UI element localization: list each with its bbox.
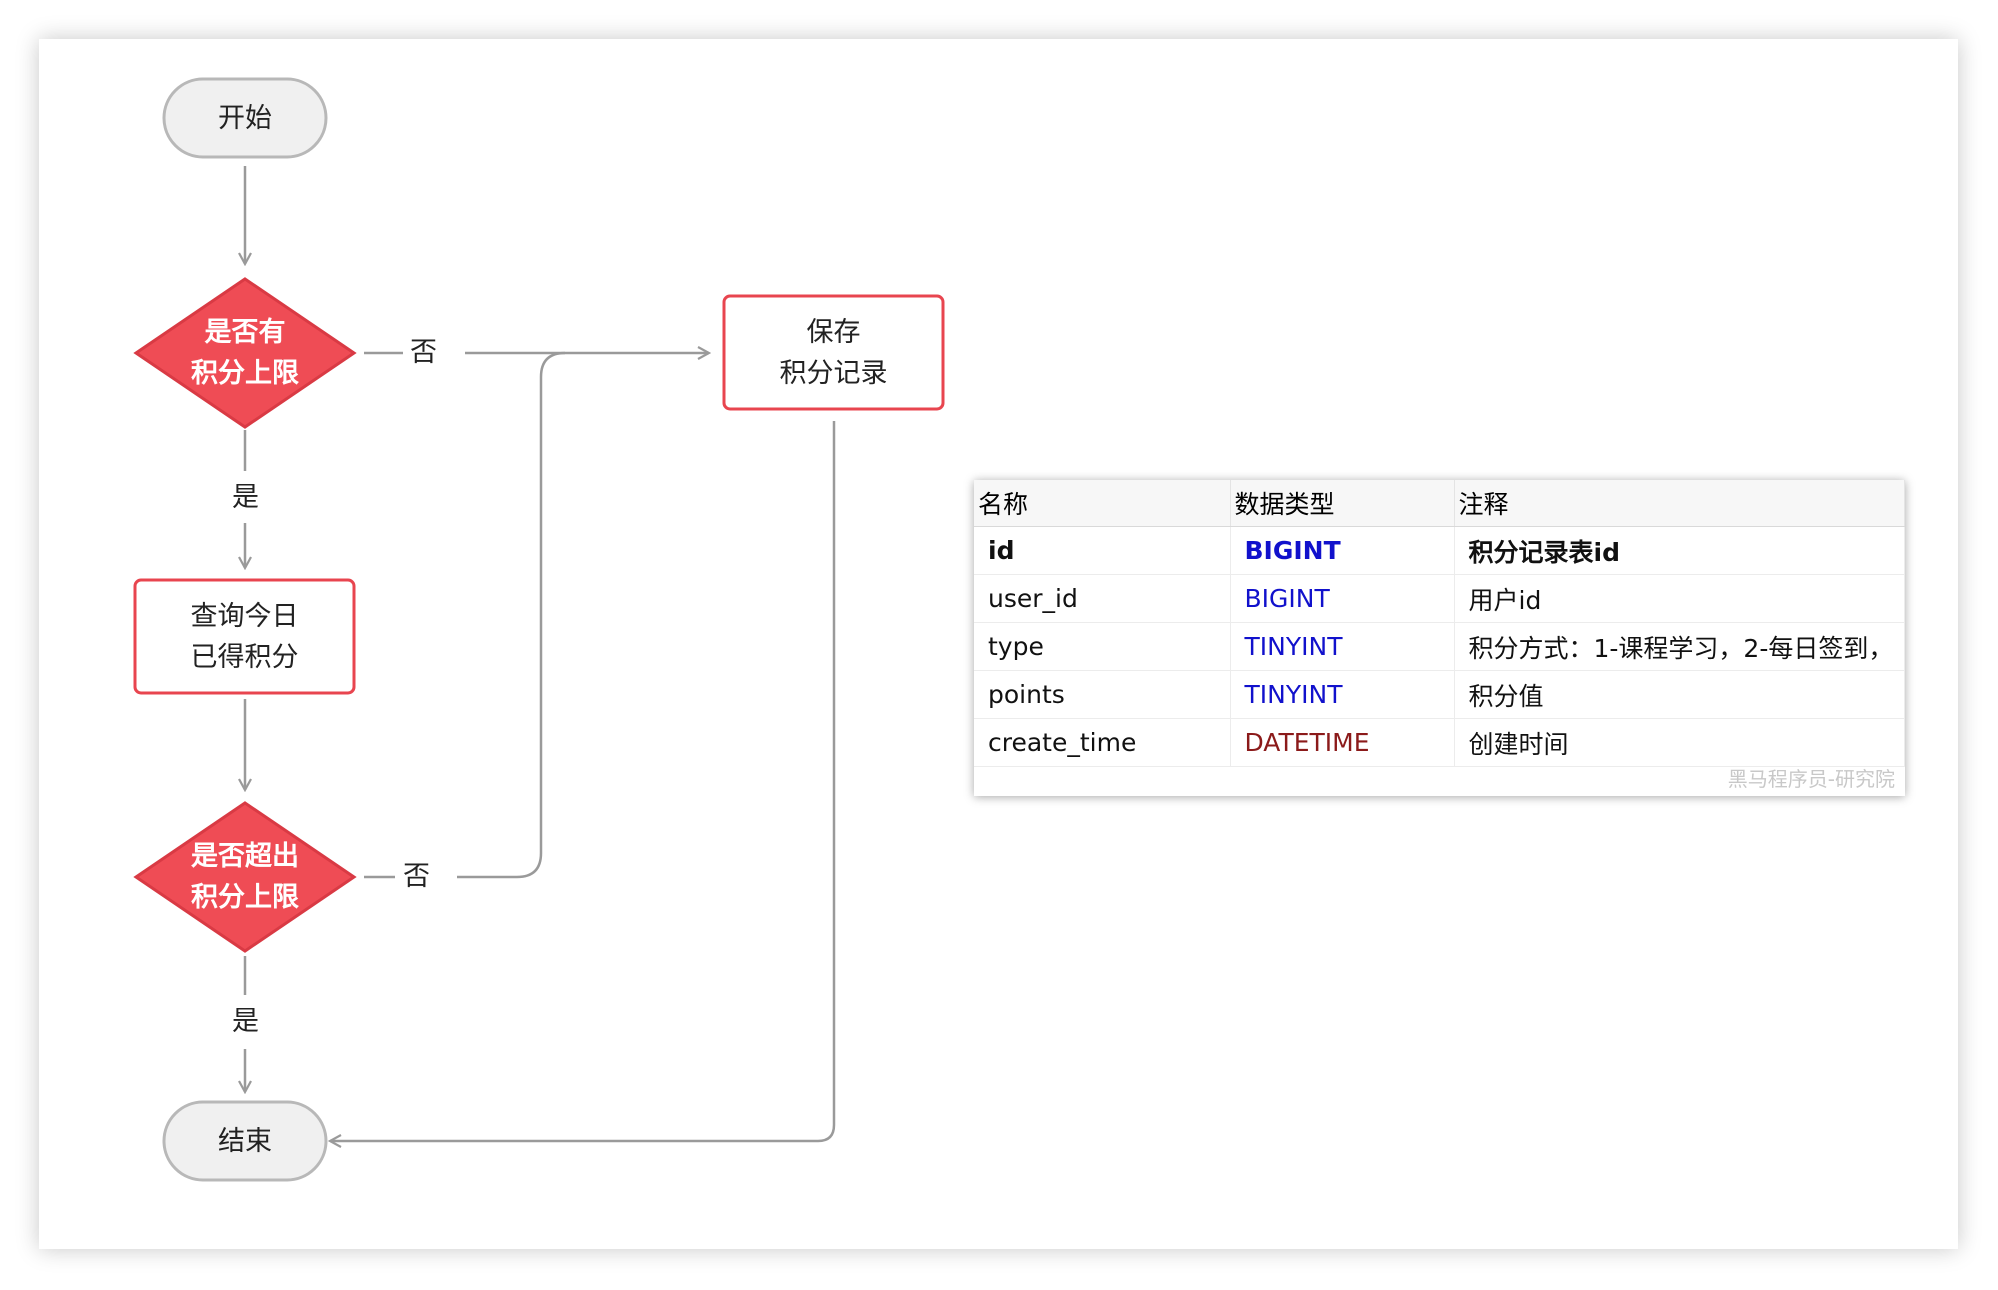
- diagram-canvas: 开始 是否有 积分上限 查询今日 已得积分 是否超出 积分上限 保存 积分记录 …: [39, 39, 1958, 1249]
- column-name-cell: create_time: [974, 718, 1231, 767]
- comment-cell: 积分记录表id: [1454, 526, 1905, 575]
- column-name-cell: type: [974, 622, 1231, 671]
- header-name[interactable]: 名称: [974, 480, 1231, 527]
- watermark-text: 黑马程序员-研究院: [1727, 767, 1895, 791]
- data-type-cell: TINYINT: [1230, 670, 1455, 719]
- edge-label-no-2: 否: [399, 861, 434, 893]
- edge-decision2-no-b: [457, 351, 566, 879]
- query-line2: 已得积分: [190, 641, 299, 673]
- decision1-line1: 是否有: [204, 317, 286, 348]
- decision1-line2: 积分上限: [191, 358, 299, 389]
- points-record-table-card: 名称 数据类型 注释 id BIGINT 积分记录表id user_id BIGINT 用…: [974, 480, 1905, 796]
- comment-cell: 创建时间: [1454, 718, 1905, 767]
- save-line2: 积分记录: [779, 357, 888, 389]
- decision1-label: 是否有 积分上限: [136, 279, 354, 427]
- decision2-line1: 是否超出: [191, 841, 299, 872]
- data-type-cell: TINYINT: [1230, 622, 1455, 671]
- query-label: 查询今日 已得积分: [135, 580, 354, 693]
- column-name-cell: id: [974, 526, 1231, 575]
- edge-label-no-1: 否: [406, 337, 441, 369]
- table-header-row: 名称 数据类型 注释: [974, 480, 1905, 527]
- data-type-cell: DATETIME: [1230, 718, 1455, 767]
- table-row[interactable]: id BIGINT 积分记录表id: [974, 526, 1905, 575]
- start-text: 开始: [218, 102, 272, 134]
- header-datatype[interactable]: 数据类型: [1230, 480, 1455, 527]
- table-row[interactable]: user_id BIGINT 用户id: [974, 574, 1905, 623]
- column-name-cell: points: [974, 670, 1231, 719]
- decision2-line2: 积分上限: [191, 882, 299, 913]
- table-row[interactable]: create_time DATETIME 创建时间: [974, 718, 1905, 767]
- end-text: 结束: [218, 1125, 272, 1157]
- comment-cell: 用户id: [1454, 574, 1905, 623]
- column-name-cell: user_id: [974, 574, 1231, 623]
- edge-label-yes-1: 是: [228, 482, 263, 514]
- comment-cell: 积分方式：1-课程学习，2-每日签到，: [1454, 622, 1905, 671]
- query-line1: 查询今日: [190, 600, 299, 632]
- edge-save-to-end: [330, 421, 836, 1141]
- save-label: 保存 积分记录: [724, 296, 943, 409]
- decision2-label: 是否超出 积分上限: [136, 803, 354, 951]
- data-type-cell: BIGINT: [1230, 574, 1455, 623]
- end-label: 结束: [164, 1102, 326, 1180]
- header-comment[interactable]: 注释: [1454, 480, 1905, 527]
- edge-label-yes-2: 是: [228, 1006, 263, 1038]
- table-row[interactable]: type TINYINT 积分方式：1-课程学习，2-每日签到，: [974, 622, 1905, 671]
- start-label: 开始: [164, 79, 326, 157]
- comment-cell: 积分值: [1454, 670, 1905, 719]
- save-line1: 保存: [806, 316, 861, 348]
- data-type-cell: BIGINT: [1230, 526, 1455, 575]
- points-record-table: 名称 数据类型 注释 id BIGINT 积分记录表id user_id BIGINT 用…: [974, 480, 1905, 767]
- table-row[interactable]: points TINYINT 积分值: [974, 670, 1905, 719]
